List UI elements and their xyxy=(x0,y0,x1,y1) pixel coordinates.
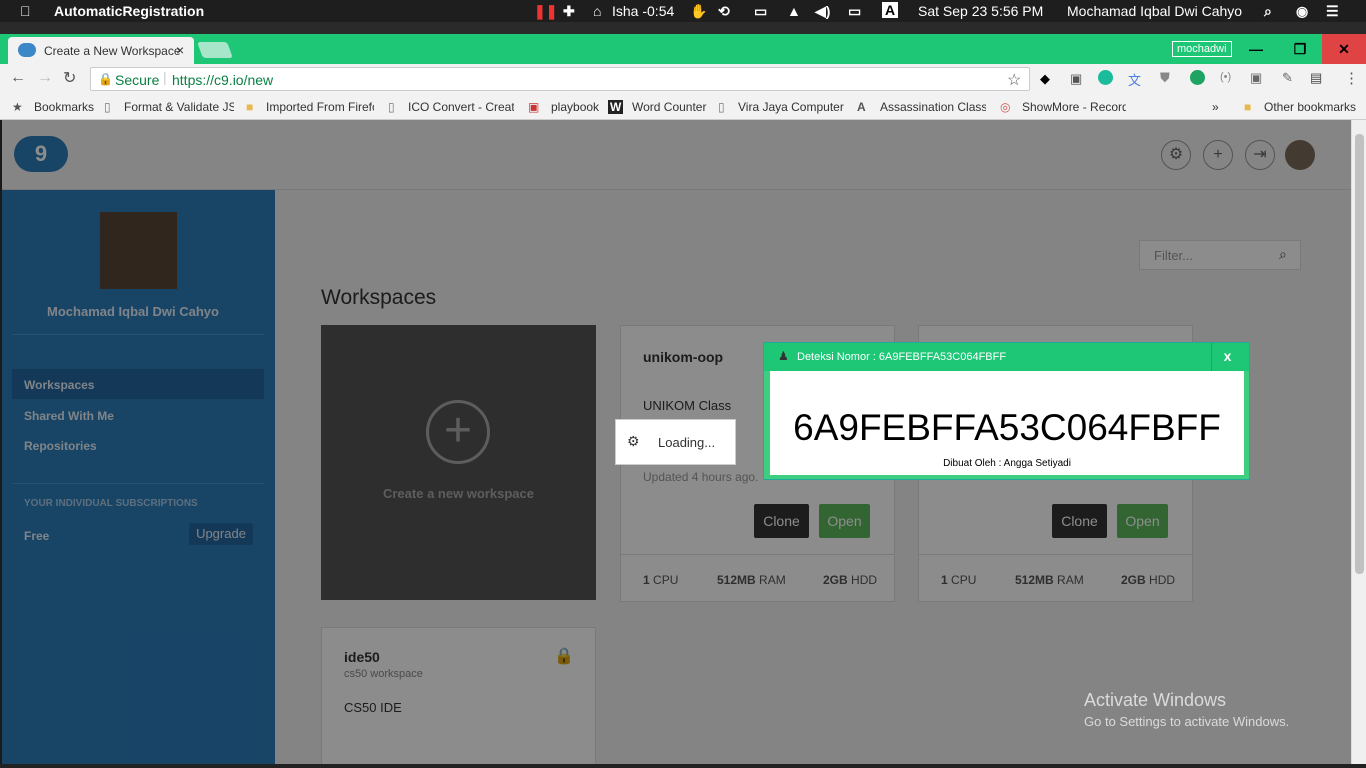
bookmark-item[interactable]: playbook xyxy=(551,100,599,114)
activation-watermark: Activate Windows Go to Settings to activ… xyxy=(1084,690,1289,729)
extension-icon[interactable] xyxy=(1098,70,1113,85)
scrollbar-thumb[interactable] xyxy=(1355,134,1364,574)
forward-icon[interactable]: → xyxy=(37,69,53,87)
desktop-strip xyxy=(0,764,1366,768)
tab-bar: Create a New Workspace × mochadwi — ❐ ✕ xyxy=(0,34,1366,64)
siri-icon[interactable]: ◉ xyxy=(1296,3,1308,20)
mosque-icon: ⌂ xyxy=(593,3,602,19)
battery-icon[interactable]: ▭ xyxy=(848,3,861,20)
app-name[interactable]: AutomaticRegistration xyxy=(54,3,204,19)
popup-footer: Dibuat Oleh : Angga Setiyadi xyxy=(943,458,1071,469)
secure-label: Secure xyxy=(115,72,160,88)
bookmark-item[interactable]: ICO Convert - Create xyxy=(408,100,514,114)
watermark-subtitle: Go to Settings to activate Windows. xyxy=(1084,714,1290,729)
volume-icon[interactable]: ◀) xyxy=(815,3,830,20)
bookmark-item[interactable]: ShowMore - Record, xyxy=(1022,100,1126,114)
bookmark-item[interactable]: Vira Jaya Computer ( xyxy=(738,100,844,114)
loading-indicator: ⚙ Loading... xyxy=(615,419,736,465)
minimize-button[interactable]: — xyxy=(1234,34,1278,64)
close-window-button[interactable]: ✕ xyxy=(1322,34,1366,64)
translate-icon[interactable]: 文 xyxy=(1128,70,1141,89)
wifi-icon[interactable]: ▲ xyxy=(787,3,801,19)
extension-icon[interactable]: ◆ xyxy=(1040,71,1050,87)
extension-icon[interactable]: ▤ xyxy=(1310,70,1322,86)
close-tab-icon[interactable]: × xyxy=(176,42,184,58)
grammarly-icon[interactable] xyxy=(1190,70,1205,85)
popup-titlebar: ♟ Deteksi Nomor : 6A9FEBFFA53C064FBFF x xyxy=(764,343,1249,371)
loading-text: Loading... xyxy=(658,435,716,450)
gear-icon: ⚙ xyxy=(627,433,640,449)
shield-icon[interactable]: ⛊ xyxy=(1160,70,1170,86)
toolbar: ← → ↻ 🔒 Secure | https://c9.io/new ☆ ◆ ▣… xyxy=(0,64,1366,94)
bookmarks-bar: ★ Bookmarks ▯ Format & Validate JS ■ Imp… xyxy=(0,94,1366,120)
menu-icon[interactable]: ⋮ xyxy=(1344,69,1359,87)
popup-title: Deteksi Nomor : 6A9FEBFFA53C064FBFF xyxy=(797,351,1007,363)
bookmark-item[interactable]: Format & Validate JS xyxy=(124,100,234,114)
page-icon: ▯ xyxy=(718,100,725,114)
airplay-icon[interactable]: ▭ xyxy=(754,3,767,20)
page-icon: ▯ xyxy=(388,100,395,114)
eyedropper-icon[interactable]: ✎ xyxy=(1282,70,1293,86)
apple-icon[interactable]:  xyxy=(20,3,31,19)
clock[interactable]: Sat Sep 23 5:56 PM xyxy=(918,3,1043,19)
bookmark-item[interactable]: Word Counter xyxy=(632,100,706,114)
extension-icon[interactable]: (•) xyxy=(1220,71,1231,83)
new-tab-button[interactable] xyxy=(197,42,233,58)
spotlight-icon[interactable]: ⌕ xyxy=(1264,3,1272,20)
profile-chip[interactable]: mochadwi xyxy=(1172,41,1232,57)
bookmark-item[interactable]: Imported From Firefo xyxy=(266,100,374,114)
watermark-title: Activate Windows xyxy=(1084,690,1227,710)
detection-popup: ♟ Deteksi Nomor : 6A9FEBFFA53C064FBFF x … xyxy=(763,342,1250,480)
plus-icon[interactable]: ✚ xyxy=(563,3,575,20)
page-icon: ▯ xyxy=(104,100,111,114)
notification-center-icon[interactable]: ☰ xyxy=(1326,3,1339,20)
tab-create-workspace[interactable]: Create a New Workspace × xyxy=(8,37,194,64)
extension-icon[interactable]: ▣ xyxy=(1070,71,1082,87)
other-bookmarks[interactable]: Other bookmarks xyxy=(1264,100,1356,114)
input-source[interactable]: A xyxy=(882,2,899,18)
serial-code: 6A9FEBFFA53C064FBFF xyxy=(793,407,1221,448)
app-icon: ♟ xyxy=(778,349,789,363)
word-counter-icon: W xyxy=(608,100,624,114)
back-icon[interactable]: ← xyxy=(10,69,26,87)
lock-icon: 🔒 xyxy=(98,72,113,86)
popup-body: 6A9FEBFFA53C064FBFF Dibuat Oleh : Angga … xyxy=(770,371,1244,475)
omnibox[interactable]: 🔒 Secure | https://c9.io/new ☆ xyxy=(90,67,1030,91)
folder-icon: ■ xyxy=(246,100,254,114)
popup-close-button[interactable]: x xyxy=(1211,343,1243,371)
extension-icon[interactable]: ▣ xyxy=(1250,70,1262,86)
showmore-icon: ◎ xyxy=(1000,100,1011,114)
restore-button[interactable]: ❐ xyxy=(1278,34,1322,64)
window-edge xyxy=(0,22,1366,34)
bookmark-item[interactable]: Assassination Classro xyxy=(880,100,986,114)
star-icon: ★ xyxy=(12,100,23,114)
folder-icon: ■ xyxy=(1244,100,1252,114)
prayer-time[interactable]: Isha -0:54 xyxy=(612,3,674,19)
cloud9-favicon-icon xyxy=(18,43,36,57)
tab-title: Create a New Workspace xyxy=(44,44,181,58)
reload-icon[interactable]: ↻ xyxy=(63,68,76,88)
divider: | xyxy=(163,69,167,85)
more-bookmarks[interactable]: » xyxy=(1212,100,1219,114)
bookmark-item[interactable]: Bookmarks xyxy=(34,100,94,114)
playbook-icon: ▣ xyxy=(528,100,540,114)
menubar-user[interactable]: Mochamad Iqbal Dwi Cahyo xyxy=(1067,3,1242,19)
vertical-scrollbar[interactable] xyxy=(1351,120,1366,764)
font-icon: A xyxy=(857,100,866,114)
star-icon[interactable]: ☆ xyxy=(1007,70,1021,90)
url-text[interactable]: https://c9.io/new xyxy=(172,72,273,88)
history-icon[interactable]: ⟲ xyxy=(718,3,730,20)
macos-menubar:  AutomaticRegistration ❚❚ ✚ ⌂ Isha -0:5… xyxy=(0,0,1366,22)
status-icon[interactable]: ✋ xyxy=(690,3,707,20)
pause-icon[interactable]: ❚❚ xyxy=(534,3,557,20)
